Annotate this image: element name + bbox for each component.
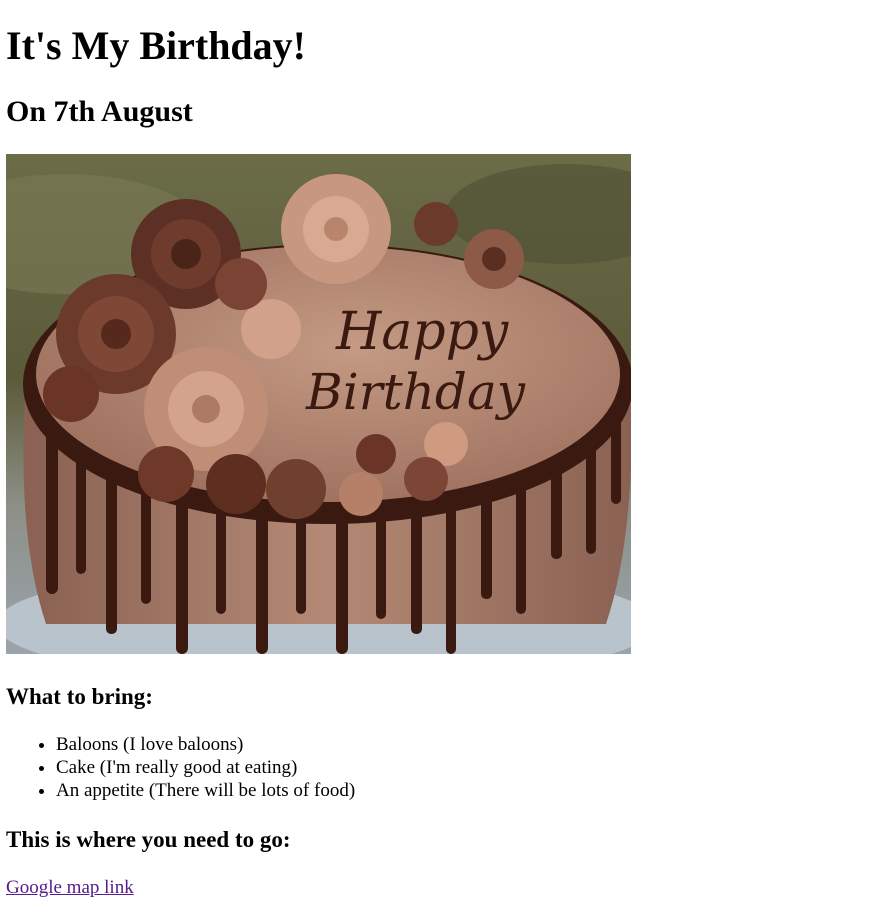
google-map-link[interactable]: Google map link (6, 876, 134, 899)
list-item: Baloons (I love baloons) (56, 733, 355, 756)
location-heading: This is where you need to go: (6, 827, 291, 852)
page-title: It's My Birthday! (6, 23, 306, 68)
bring-list: Baloons (I love baloons) Cake (I'm reall… (6, 733, 355, 802)
page-subtitle: On 7th August (6, 95, 193, 128)
cake-text-birthday: Birthday (305, 363, 526, 421)
bring-heading: What to bring: (6, 684, 153, 709)
list-item: Cake (I'm really good at eating) (56, 756, 355, 779)
list-item: An appetite (There will be lots of food) (56, 779, 355, 802)
birthday-cake-image: Happy Birthday (6, 154, 631, 654)
cake-text-happy: Happy (335, 302, 509, 362)
